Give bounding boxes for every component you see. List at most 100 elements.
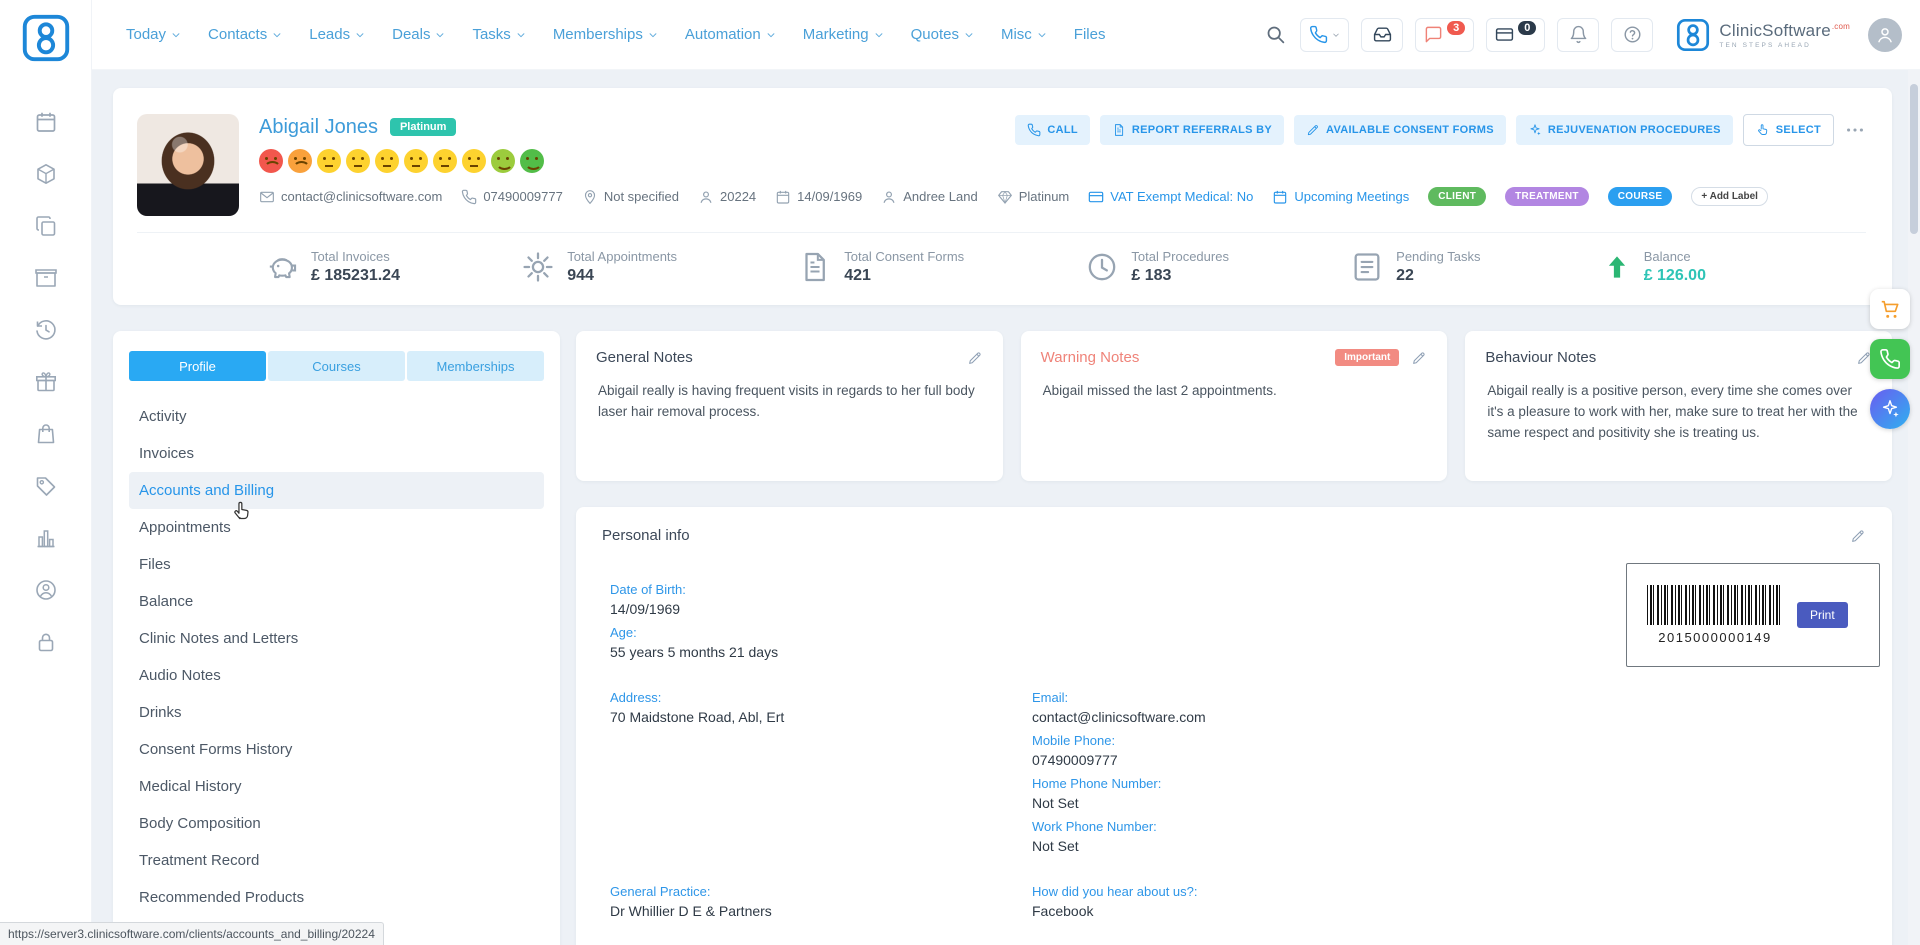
sidebar-item-drinks[interactable]: Drinks [129,694,544,731]
history-clock-icon[interactable] [34,318,58,342]
sidebar-item-consent-forms-history[interactable]: Consent Forms History [129,731,544,768]
brand-logo[interactable]: ClinicSoftware.com TEN STEPS AHEAD [1675,17,1850,53]
scrollbar-thumb[interactable] [1910,84,1918,234]
field-address: Address: 70 Maidstone Road, Abl, Ert [610,690,1032,727]
clinicsoftware-logo-mark[interactable] [20,12,72,64]
vat-status-link[interactable]: VAT Exempt Medical: No [1088,189,1253,205]
nav-item-marketing[interactable]: Marketing [803,26,884,43]
nav-label: Automation [685,26,761,43]
sidebar-item-files[interactable]: Files [129,546,544,583]
help-button[interactable] [1611,18,1653,52]
nav-item-leads[interactable]: Leads [309,26,365,43]
archive-box-icon[interactable] [34,266,58,290]
nav-item-quotes[interactable]: Quotes [911,26,974,43]
client-photo[interactable] [137,114,239,216]
edit-pencil-icon[interactable] [967,350,983,366]
chevron-down-icon [766,30,776,40]
nav-item-deals[interactable]: Deals [392,26,445,43]
top-actions: 3 0 ClinicSoftware.com TEN STEPS AHEAD [1265,17,1902,53]
shopping-bag-icon[interactable] [34,422,58,446]
calendar-icon[interactable] [34,110,58,134]
nav-item-today[interactable]: Today [126,26,181,43]
hand-pointer-icon [1756,123,1770,137]
mood-neutral-icon[interactable] [462,149,486,173]
sidebar-item-balance[interactable]: Balance [129,583,544,620]
behaviour-notes-card: Behaviour Notes Abigail really is a posi… [1465,331,1892,481]
gift-icon[interactable] [34,370,58,394]
inbox-button[interactable] [1361,18,1403,52]
stat-total-invoices: Total Invoices£ 185231.24 [265,249,400,285]
user-avatar[interactable] [1868,18,1902,52]
add-label-button[interactable]: + Add Label [1691,187,1768,206]
cube-icon[interactable] [34,162,58,186]
edit-pencil-icon[interactable] [1411,350,1427,366]
dialer-button[interactable] [1300,18,1349,52]
edit-pencil-icon[interactable] [1850,528,1866,544]
more-options-icon[interactable] [1844,119,1866,141]
select-button[interactable]: SELECT [1743,114,1834,146]
mood-very-happy-icon[interactable] [520,149,544,173]
mood-neutral-icon[interactable] [404,149,428,173]
rejuvenation-procedures-button[interactable]: REJUVENATION PROCEDURES [1516,115,1733,145]
notes-row: General Notes Abigail really is having f… [576,331,1892,481]
nav-item-files[interactable]: Files [1074,26,1106,43]
nav-item-contacts[interactable]: Contacts [208,26,282,43]
sidebar-item-appointments[interactable]: Appointments [129,509,544,546]
sidebar-item-recommended-products[interactable]: Recommended Products [129,879,544,916]
nav-item-tasks[interactable]: Tasks [472,26,525,43]
sidebar-item-treatment-record[interactable]: Treatment Record [129,842,544,879]
brand-tld: .com [1832,22,1850,31]
print-button[interactable]: Print [1797,602,1848,628]
nav-item-memberships[interactable]: Memberships [553,26,658,43]
chat-button[interactable]: 3 [1415,18,1474,52]
client-email[interactable]: contact@clinicsoftware.com [259,189,442,205]
tag-icon[interactable] [34,474,58,498]
mood-neutral-icon[interactable] [346,149,370,173]
available-consent-forms-button[interactable]: AVAILABLE CONSENT FORMS [1294,115,1506,145]
field-mobile-phone: Mobile Phone: 07490009777 [1032,733,1866,770]
vertical-scrollbar[interactable] [1908,70,1920,945]
sidebar-item-activity[interactable]: Activity [129,398,544,435]
lock-icon[interactable] [34,630,58,654]
sidebar-item-audio-notes[interactable]: Audio Notes [129,657,544,694]
mood-happy-icon[interactable] [491,149,515,173]
mood-neutral-icon[interactable] [433,149,457,173]
mood-neutral-icon[interactable] [317,149,341,173]
tab-memberships[interactable]: Memberships [407,351,544,381]
sidebar-item-medical-history[interactable]: Medical History [129,768,544,805]
credit-card-icon [1088,189,1104,205]
copy-pages-icon[interactable] [34,214,58,238]
support-person-icon[interactable] [34,578,58,602]
nav-item-misc[interactable]: Misc [1001,26,1047,43]
upcoming-meetings-link[interactable]: Upcoming Meetings [1272,189,1409,205]
cart-button[interactable] [1870,289,1910,329]
tab-courses[interactable]: Courses [268,351,405,381]
stat-pending-tasks: Pending Tasks22 [1350,249,1480,285]
brand-tagline: TEN STEPS AHEAD [1719,42,1850,49]
mood-neutral-icon[interactable] [375,149,399,173]
ai-assistant-button[interactable] [1870,389,1910,429]
label-treatment[interactable]: TREATMENT [1505,187,1589,206]
nav-label: Tasks [472,26,510,43]
client-phone[interactable]: 07490009777 [461,189,563,205]
bar-chart-icon[interactable] [34,526,58,550]
label-course[interactable]: COURSE [1608,187,1673,206]
tab-profile[interactable]: Profile [129,351,266,381]
credit-card-icon [1495,25,1514,44]
chat-count-badge: 3 [1447,21,1465,35]
payments-count-badge: 0 [1518,21,1536,35]
mood-angry-icon[interactable] [259,149,283,173]
report-referrals-button[interactable]: REPORT REFERRALS BY [1100,115,1284,145]
search-icon[interactable] [1265,24,1286,45]
nav-item-automation[interactable]: Automation [685,26,776,43]
sidebar-item-body-composition[interactable]: Body Composition [129,805,544,842]
mood-sad-icon[interactable] [288,149,312,173]
sidebar-item-accounts-and-billing[interactable]: Accounts and Billing [129,472,544,509]
notifications-button[interactable] [1557,18,1599,52]
whatsapp-button[interactable] [1870,339,1910,379]
payments-button[interactable]: 0 [1486,18,1545,52]
call-button[interactable]: CALL [1015,115,1090,145]
sidebar-item-clinic-notes-and-letters[interactable]: Clinic Notes and Letters [129,620,544,657]
sidebar-item-invoices[interactable]: Invoices [129,435,544,472]
label-client[interactable]: CLIENT [1428,187,1486,206]
